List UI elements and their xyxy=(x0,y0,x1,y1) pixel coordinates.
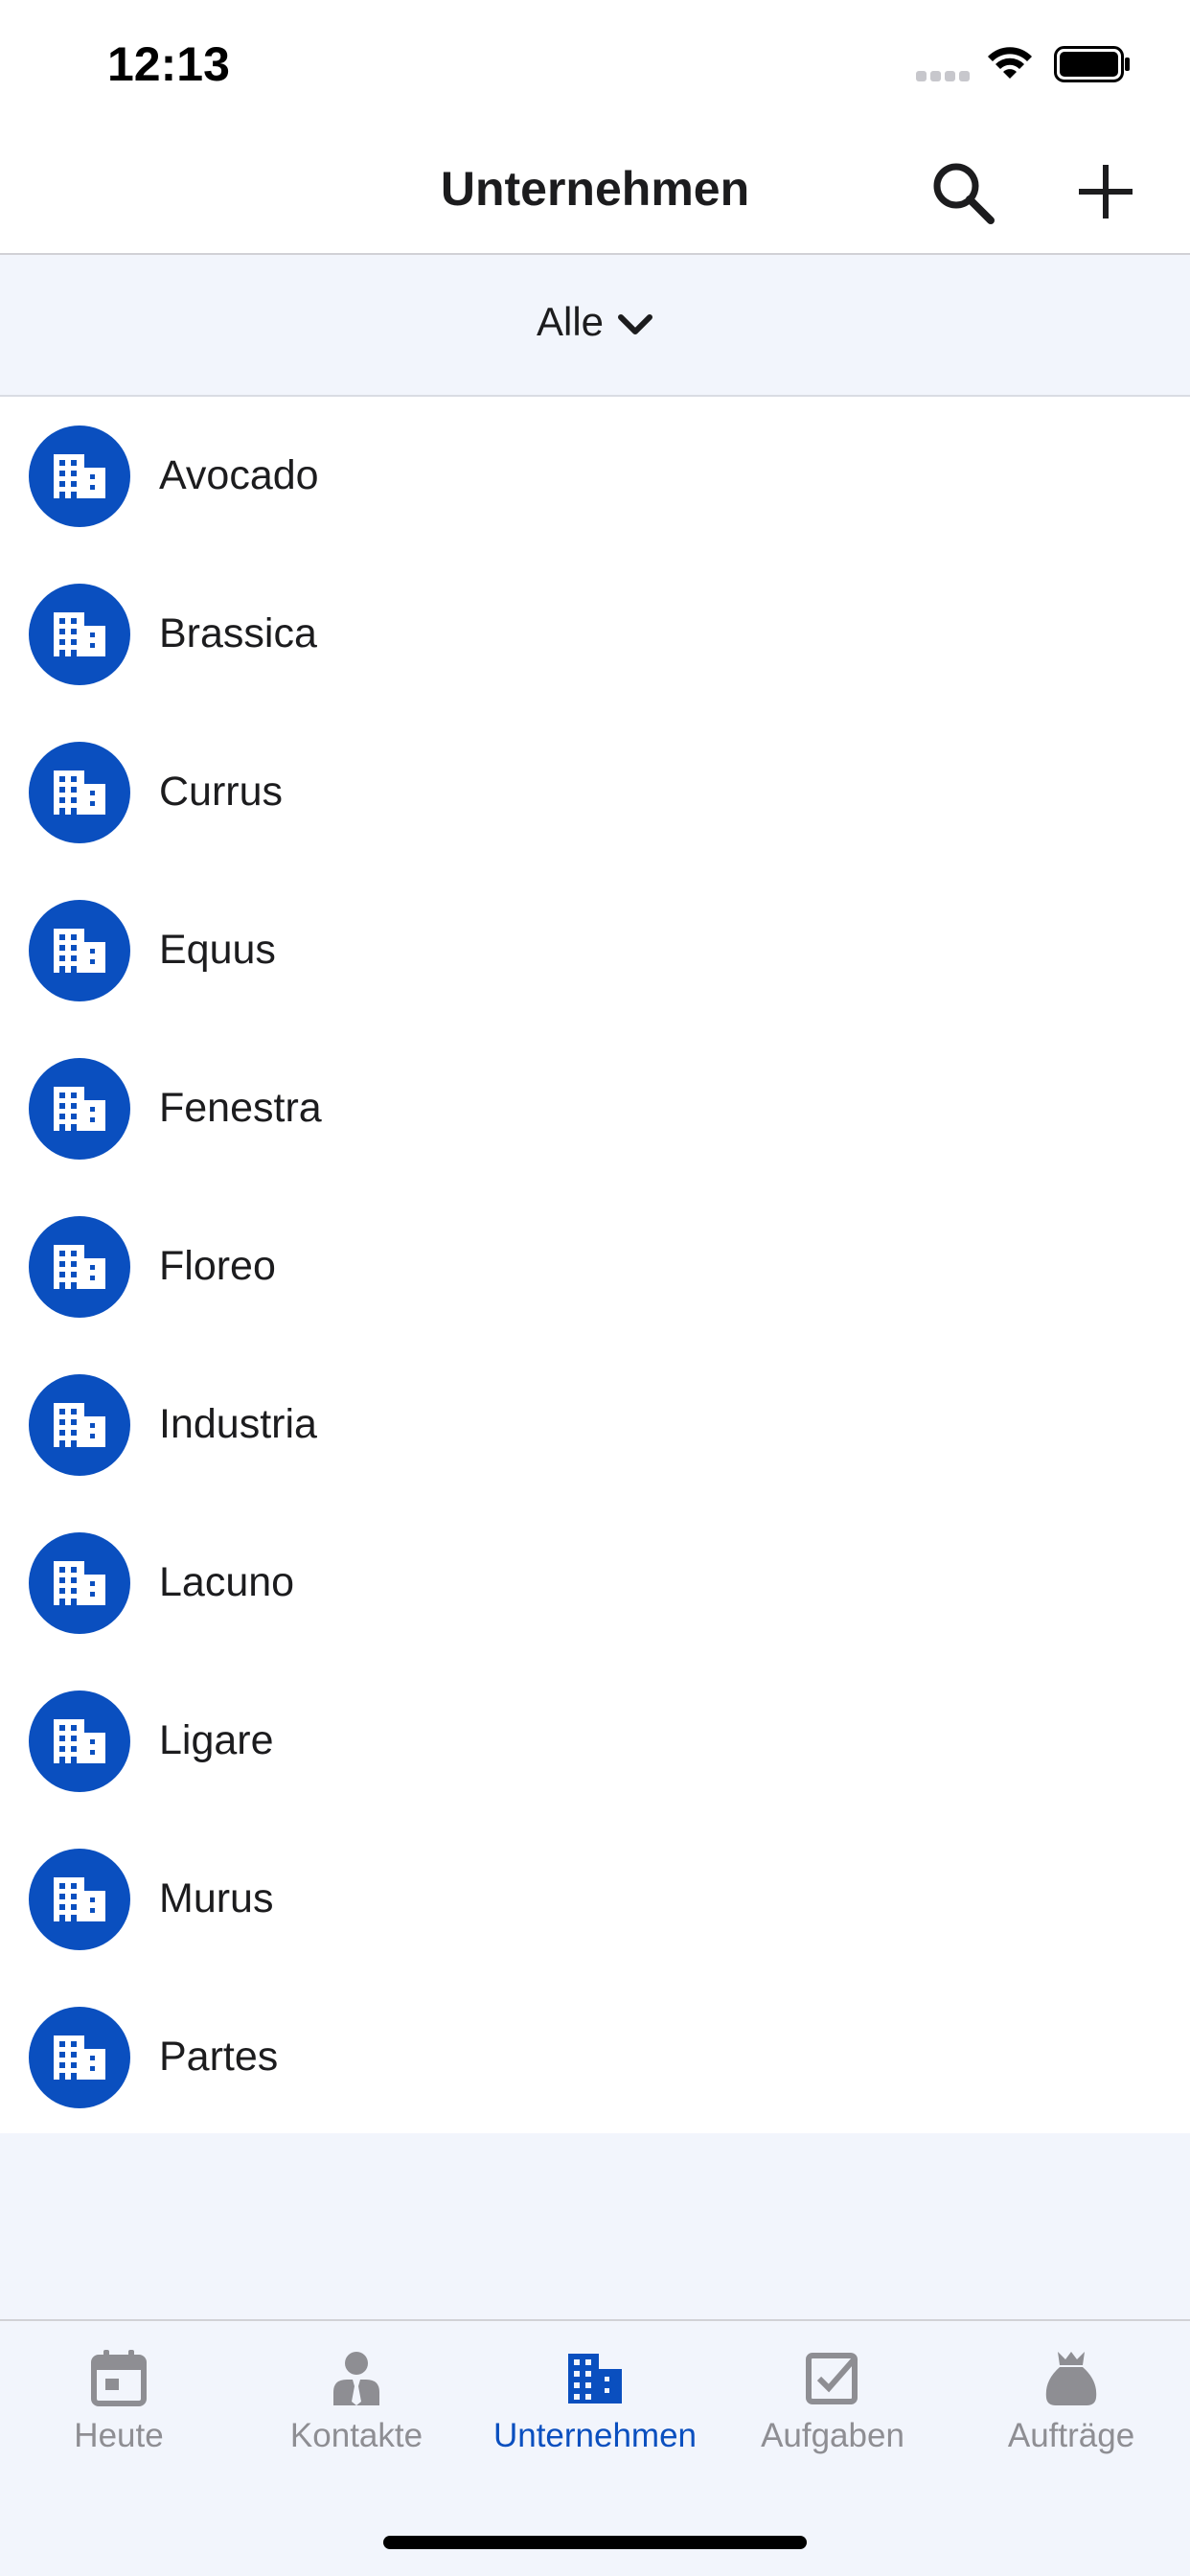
company-avatar xyxy=(29,426,130,527)
company-name: Industria xyxy=(159,1401,317,1447)
list-item[interactable]: Ligare xyxy=(0,1662,1190,1820)
tab-kontakte[interactable]: Kontakte xyxy=(238,2321,475,2484)
plus-icon[interactable] xyxy=(1071,157,1140,226)
status-time: 12:13 xyxy=(107,37,230,91)
company-avatar xyxy=(29,1374,130,1476)
status-bar: 12:13 xyxy=(0,0,1190,130)
building-icon xyxy=(54,1561,105,1605)
building-icon xyxy=(568,2354,622,2404)
company-avatar xyxy=(29,2007,130,2108)
building-icon xyxy=(54,612,105,656)
company-name: Avocado xyxy=(159,452,319,498)
company-name: Ligare xyxy=(159,1717,274,1763)
tab-label: Aufgaben xyxy=(761,2417,904,2454)
filter-dropdown[interactable]: Alle xyxy=(0,299,1190,345)
building-icon xyxy=(54,1719,105,1763)
list-item[interactable]: Fenestra xyxy=(0,1029,1190,1187)
chevron-down-icon xyxy=(618,313,653,334)
home-indicator xyxy=(383,2536,807,2549)
navigation-bar: Unternehmen xyxy=(0,130,1190,255)
tab-heute[interactable]: Heute xyxy=(0,2321,238,2484)
tab-label: Heute xyxy=(74,2417,164,2454)
list-item[interactable]: Avocado xyxy=(0,397,1190,555)
list-item[interactable]: Currus xyxy=(0,713,1190,871)
tab-label: Aufträge xyxy=(1007,2417,1135,2454)
list-item[interactable]: Equus xyxy=(0,871,1190,1029)
filter-label: Alle xyxy=(536,299,605,344)
building-icon xyxy=(54,770,105,815)
list-item[interactable]: Murus xyxy=(0,1820,1190,1978)
company-name: Partes xyxy=(159,2034,279,2080)
company-avatar xyxy=(29,900,130,1001)
company-name: Floreo xyxy=(159,1243,276,1289)
company-name: Brassica xyxy=(159,610,317,656)
company-name: Lacuno xyxy=(159,1559,295,1605)
tab-aufgaben[interactable]: Aufgaben xyxy=(714,2321,951,2484)
building-icon xyxy=(54,1245,105,1289)
company-name: Murus xyxy=(159,1875,274,1921)
search-icon[interactable] xyxy=(929,159,996,226)
cellular-signal-icon xyxy=(916,71,970,82)
wifi-icon xyxy=(988,47,1032,79)
building-icon xyxy=(54,929,105,973)
list-item[interactable]: Lacuno xyxy=(0,1504,1190,1662)
filter-bar: Alle xyxy=(0,255,1190,397)
company-avatar xyxy=(29,1532,130,1634)
list-item[interactable]: Brassica xyxy=(0,555,1190,713)
money-bag-icon xyxy=(1045,2352,1097,2405)
building-icon xyxy=(54,1087,105,1131)
tab-unternehmen[interactable]: Unternehmen xyxy=(476,2321,714,2484)
calendar-icon xyxy=(91,2350,147,2406)
company-avatar xyxy=(29,1058,130,1160)
screen: 12:13 Unternehmen Alle Avocado Brassica … xyxy=(0,0,1190,2576)
list-item[interactable]: Partes xyxy=(0,1978,1190,2136)
building-icon xyxy=(54,1403,105,1447)
company-avatar xyxy=(29,1849,130,1950)
list-item[interactable]: Industria xyxy=(0,1346,1190,1504)
building-icon xyxy=(54,454,105,498)
company-list: Avocado Brassica Currus Equus Fenestra Floreo… xyxy=(0,397,1190,2133)
building-icon xyxy=(54,2036,105,2080)
battery-icon xyxy=(1054,46,1130,82)
checkbox-icon xyxy=(806,2353,858,2404)
list-item[interactable]: Floreo xyxy=(0,1187,1190,1346)
company-avatar xyxy=(29,584,130,685)
company-name: Currus xyxy=(159,769,284,815)
company-avatar xyxy=(29,1216,130,1318)
tab-label: Kontakte xyxy=(289,2417,423,2454)
company-avatar xyxy=(29,742,130,843)
person-icon xyxy=(333,2352,379,2405)
tab-label: Unternehmen xyxy=(492,2417,698,2454)
page-title: Unternehmen xyxy=(440,162,750,216)
building-icon xyxy=(54,1877,105,1921)
company-avatar xyxy=(29,1690,130,1792)
tab-auftraege[interactable]: Aufträge xyxy=(952,2321,1190,2484)
company-name: Fenestra xyxy=(159,1085,322,1131)
company-name: Equus xyxy=(159,927,276,973)
